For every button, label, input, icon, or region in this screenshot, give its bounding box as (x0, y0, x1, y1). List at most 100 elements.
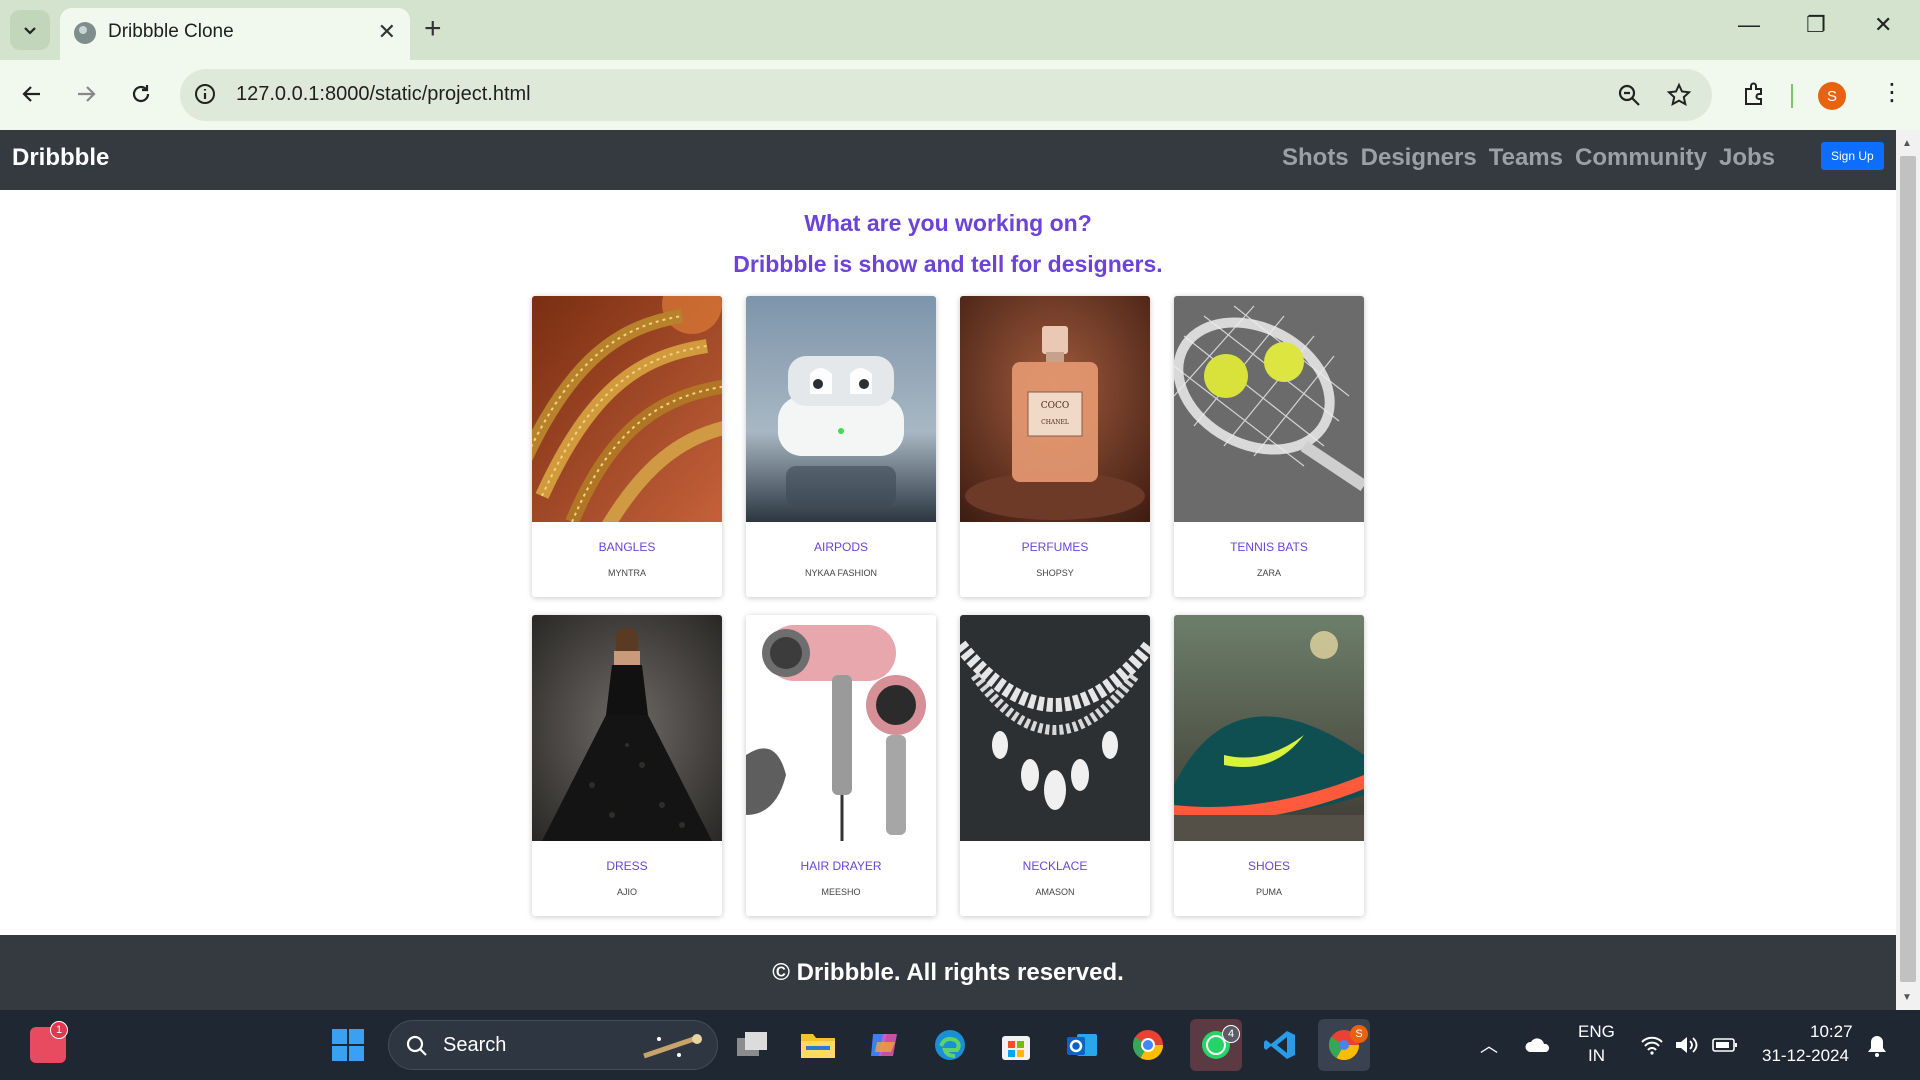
perfume-photo: COCO CHANEL (960, 296, 1150, 522)
chrome-glyph-icon (1132, 1030, 1163, 1061)
notification-bell-icon[interactable] (1866, 1034, 1888, 1058)
product-card-airpods[interactable]: AIRPODS NYKAA FASHION (746, 296, 936, 597)
zoom-icon[interactable] (1616, 82, 1642, 108)
chrome-icon[interactable] (1130, 1027, 1166, 1063)
wifi-icon[interactable] (1640, 1034, 1664, 1056)
edge-browser-icon[interactable] (932, 1027, 968, 1063)
card-title: BANGLES (598, 540, 656, 554)
page-viewport: Dribbble Shots Designers Teams Community… (0, 130, 1896, 1010)
extensions-icon[interactable] (1740, 81, 1768, 109)
card-title: DRESS (606, 859, 648, 873)
reload-icon (132, 85, 150, 103)
tennis-racket-photo (1174, 296, 1364, 522)
outlook-glyph-icon (1067, 1034, 1097, 1056)
site-info-icon[interactable] (194, 83, 216, 105)
card-subtitle: MEESHO (821, 887, 861, 897)
region-indicator[interactable]: IN (1588, 1046, 1605, 1066)
card-subtitle: AJIO (616, 887, 637, 897)
onedrive-cloud-icon[interactable] (1524, 1036, 1552, 1054)
product-card-shoes[interactable]: SHOES PUMA (1174, 615, 1364, 916)
vscode-icon[interactable] (1262, 1027, 1298, 1063)
chevron-up-icon[interactable]: ︿ (1480, 1032, 1498, 1058)
notification-badge: 1 (50, 1021, 68, 1039)
card-subtitle: MYNTRA (608, 568, 646, 578)
browser-tab-active[interactable]: Dribbble Clone ✕ (60, 8, 410, 60)
microsoft-store-icon[interactable] (998, 1027, 1034, 1063)
chevron-down-icon (24, 27, 36, 35)
clock-time[interactable]: 10:27 (1810, 1022, 1853, 1042)
browser-toolbar: 127.0.0.1:8000/static/project.html S ⋮ (0, 60, 1920, 130)
nav-links: Shots Designers Teams Community Jobs (1282, 144, 1775, 172)
site-navbar: Dribbble Shots Designers Teams Community… (0, 130, 1896, 190)
tab-close-icon[interactable]: ✕ (378, 18, 396, 46)
airpods-photo (746, 296, 936, 522)
svg-text:COCO: COCO (1041, 401, 1070, 411)
task-view-icon[interactable] (734, 1027, 770, 1063)
card-title: SHOES (1247, 859, 1290, 873)
nav-link-community[interactable]: Community (1575, 144, 1707, 172)
back-button[interactable] (14, 76, 50, 112)
shoes-photo (1174, 615, 1364, 841)
whatsapp-icon[interactable]: 4 (1190, 1019, 1242, 1071)
product-card-dress[interactable]: DRESS AJIO (532, 615, 722, 916)
windows-taskbar: 1 Search 4 S ︿ ENG IN 10:27 31-12-2024 (0, 1010, 1920, 1080)
arrow-left-icon (22, 86, 40, 102)
necklace-photo (960, 615, 1150, 841)
globe-icon (74, 22, 96, 44)
forward-button[interactable] (68, 76, 104, 112)
svg-text:CHANEL: CHANEL (1041, 419, 1069, 426)
card-title: AIRPODS (813, 540, 868, 554)
file-explorer-icon[interactable] (800, 1027, 836, 1063)
window-close-icon[interactable]: ✕ (1874, 12, 1892, 38)
restore-icon[interactable]: ❐ (1806, 12, 1826, 38)
tab-search-button[interactable] (10, 10, 50, 50)
hero-heading: What are you working on? (804, 210, 1092, 236)
chrome-profile-icon[interactable]: S (1318, 1019, 1370, 1071)
card-subtitle: PUMA (1255, 887, 1282, 897)
minimize-icon[interactable]: — (1738, 12, 1760, 38)
product-card-perfumes[interactable]: COCO CHANEL PERFUMES SHOPSY (960, 296, 1150, 597)
product-card-necklace[interactable]: NECKLACE AMASON (960, 615, 1150, 916)
search-highlight-icon (643, 1034, 702, 1059)
scroll-down-icon[interactable]: ▼ (1902, 992, 1912, 1003)
browser-tab-bar: Dribbble Clone ✕ + — ❐ ✕ (0, 0, 1920, 60)
address-url: 127.0.0.1:8000/static/project.html (236, 83, 531, 105)
brand-logo[interactable]: Dribbble (12, 144, 109, 172)
windows-start-icon[interactable] (330, 1027, 366, 1063)
profile-avatar[interactable]: S (1818, 82, 1846, 110)
battery-icon[interactable] (1712, 1037, 1738, 1053)
arrow-right-icon (78, 86, 96, 102)
more-menu-icon[interactable]: ⋮ (1880, 78, 1904, 107)
card-title: TENNIS BATS (1230, 540, 1308, 554)
address-bar[interactable]: 127.0.0.1:8000/static/project.html (180, 69, 1712, 121)
nav-link-jobs[interactable]: Jobs (1719, 144, 1775, 172)
card-title: HAIR DRAYER (800, 859, 882, 873)
card-title: NECKLACE (1022, 859, 1088, 873)
product-card-tennis-bats[interactable]: TENNIS BATS ZARA (1174, 296, 1364, 597)
bookmark-star-icon[interactable] (1666, 82, 1692, 108)
language-indicator[interactable]: ENG (1578, 1022, 1615, 1042)
reload-button[interactable] (123, 76, 159, 112)
card-subtitle: AMASON (1035, 887, 1075, 897)
card-title: PERFUMES (1021, 540, 1089, 554)
scrollbar-thumb[interactable] (1900, 156, 1916, 982)
windows-logo-icon (332, 1029, 364, 1061)
nav-link-designers[interactable]: Designers (1361, 144, 1477, 172)
task-view-glyph-icon (737, 1032, 767, 1056)
copilot-icon[interactable] (866, 1027, 902, 1063)
vscode-glyph-icon (1264, 1031, 1295, 1059)
clock-date[interactable]: 31-12-2024 (1762, 1046, 1849, 1066)
new-tab-plus-icon[interactable]: + (424, 12, 442, 46)
outlook-icon[interactable] (1064, 1027, 1100, 1063)
tab-title: Dribbble Clone (108, 21, 234, 42)
page-scrollbar[interactable]: ▲ ▼ (1896, 130, 1920, 1010)
nav-link-teams[interactable]: Teams (1489, 144, 1563, 172)
product-card-bangles[interactable]: BANGLES MYNTRA (532, 296, 722, 597)
volume-icon[interactable] (1674, 1034, 1700, 1056)
scroll-up-icon[interactable]: ▲ (1902, 138, 1912, 149)
sign-up-button[interactable]: Sign Up (1821, 142, 1884, 170)
taskbar-search-box[interactable]: Search (388, 1020, 718, 1070)
notification-app-icon[interactable]: 1 (30, 1021, 68, 1063)
product-card-hair-drayer[interactable]: HAIR DRAYER MEESHO (746, 615, 936, 916)
nav-link-shots[interactable]: Shots (1282, 144, 1349, 172)
